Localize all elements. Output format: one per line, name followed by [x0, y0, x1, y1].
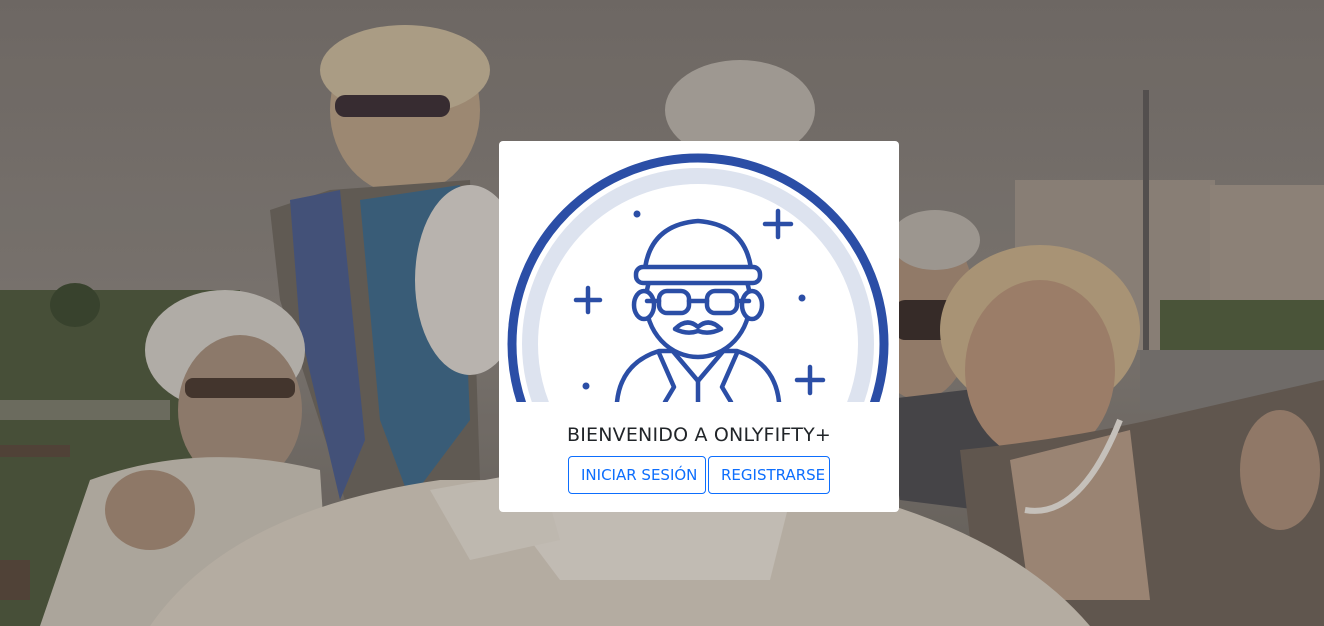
login-button[interactable]: INICIAR SESIÓN	[568, 456, 706, 494]
elderly-man-logo-icon	[499, 141, 899, 402]
register-button[interactable]: REGISTRARSE	[708, 456, 830, 494]
auth-buttons: INICIAR SESIÓN REGISTRARSE	[499, 456, 899, 494]
welcome-card: BIENVENIDO A ONLYFIFTY+ INICIAR SESIÓN R…	[499, 141, 899, 512]
welcome-title: BIENVENIDO A ONLYFIFTY+	[566, 424, 832, 446]
welcome-page: BIENVENIDO A ONLYFIFTY+ INICIAR SESIÓN R…	[0, 0, 1324, 626]
